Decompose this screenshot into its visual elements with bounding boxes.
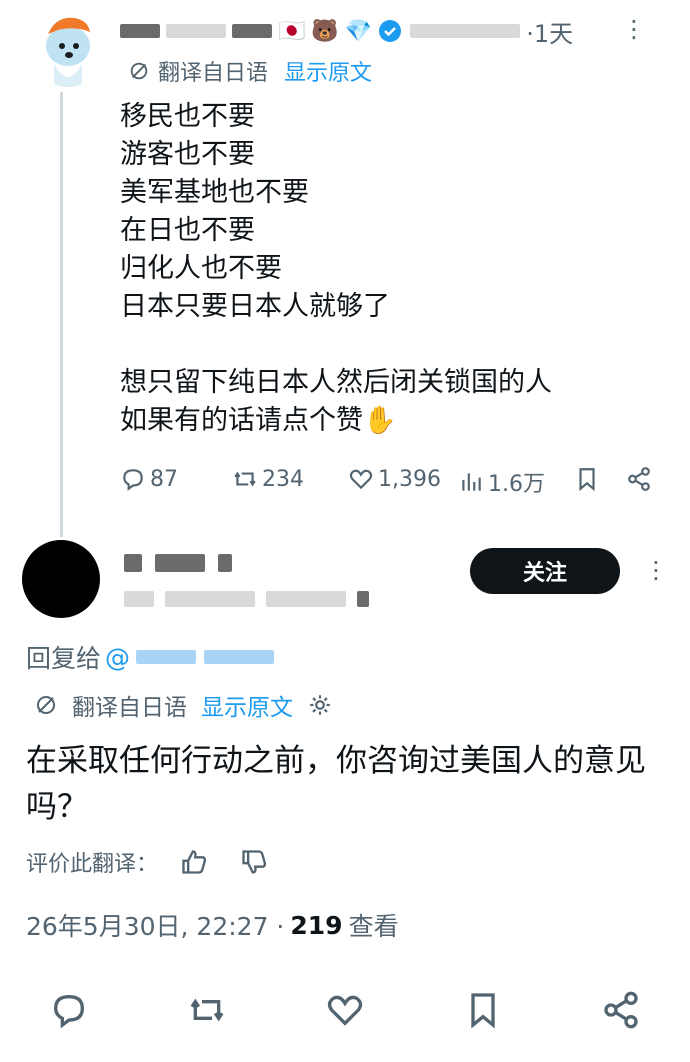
retweet-icon <box>234 471 256 487</box>
retweet-button[interactable]: 234 <box>232 466 304 492</box>
blurred-handle <box>410 24 521 38</box>
avatar[interactable] <box>36 10 100 90</box>
like-button[interactable] <box>323 988 367 1032</box>
tweet1-time: ·1天 <box>526 19 574 48</box>
translated-from-label: 翻译自日语 <box>72 695 187 721</box>
views-label: 查看 <box>348 912 399 941</box>
bookmark-button[interactable] <box>574 466 604 492</box>
reply-to-handle[interactable]: @ <box>105 643 130 672</box>
gem-emoji: 💎 <box>344 18 373 44</box>
gear-icon[interactable] <box>307 692 333 718</box>
show-original-link[interactable]: 显示原文 <box>284 55 372 87</box>
views-count: 1.6万 <box>488 472 545 497</box>
thumbs-down-icon[interactable] <box>240 848 268 876</box>
verified-badge-icon <box>379 20 402 42</box>
share-button[interactable] <box>626 466 656 492</box>
bookmark-icon <box>579 468 595 492</box>
bookmark-icon <box>471 993 495 1029</box>
tweet1-header: 🇯🇵 🐻 💎 ·1天 ⋮ <box>120 14 680 48</box>
views-count: 219 <box>290 910 343 940</box>
bear-emoji: 🐻 <box>311 18 339 44</box>
blurred-handle <box>204 650 275 664</box>
blurred-display-name <box>120 24 160 38</box>
reply-icon <box>123 469 143 491</box>
tweet-action-bar <box>0 988 690 1038</box>
blurred-display-name <box>232 24 272 38</box>
tweet-date: 26年5月30日, 22:27 · <box>26 912 285 941</box>
translate-icon <box>37 696 55 714</box>
analytics-icon <box>462 473 481 491</box>
flag-emoji: 🇯🇵 <box>278 18 306 44</box>
tweet2-text: 在采取任何行动之前，你咨询过美国人的意见吗？ <box>26 743 646 825</box>
heart-icon <box>327 995 363 1026</box>
blurred-display-name <box>124 552 233 572</box>
share-icon <box>604 991 638 1029</box>
reply-button[interactable]: 87 <box>120 466 178 492</box>
translation-row: 翻译自日语 显示原文 <box>34 688 333 722</box>
bookmark-button[interactable] <box>461 988 505 1032</box>
blurred-handle <box>136 650 197 664</box>
more-options-icon[interactable]: ⋮ <box>644 556 668 584</box>
share-button[interactable] <box>599 988 643 1032</box>
tweet-meta-row: 26年5月30日, 22:27 · 219 查看 <box>26 906 399 944</box>
blurred-handle <box>124 588 370 608</box>
like-count: 1,396 <box>378 466 441 492</box>
reply-to-label: 回复给 <box>26 644 102 673</box>
reply-button[interactable] <box>47 988 91 1032</box>
follow-button[interactable]: 关注 <box>470 548 620 594</box>
views-button[interactable]: 1.6万 <box>458 466 545 498</box>
retweet-icon <box>190 998 224 1022</box>
tweet1-action-bar: 87 234 1,396 1.6万 <box>120 466 660 502</box>
thread-connector-line <box>60 92 63 537</box>
blurred-display-name <box>166 24 226 38</box>
show-original-link[interactable]: 显示原文 <box>201 688 293 722</box>
retweet-button[interactable] <box>185 988 229 1032</box>
translation-row: 翻译自日语 显示原文 <box>128 56 372 86</box>
translate-icon <box>130 62 148 80</box>
reply-to-row: 回复给 @ <box>26 640 275 674</box>
retweet-count: 234 <box>262 466 304 492</box>
reply-count: 87 <box>150 466 178 492</box>
tweet1-text: 移民也不要 游客也不要 美军基地也不要 在日也不要 归化人也不要 日本只要日本人… <box>120 101 552 436</box>
like-button[interactable]: 1,396 <box>348 466 441 492</box>
reply-icon <box>53 994 85 1029</box>
more-options-icon[interactable]: ⋮ <box>622 14 646 44</box>
rate-translation-row: 评价此翻译： <box>26 842 268 882</box>
rate-translation-label: 评价此翻译： <box>26 852 159 877</box>
avatar[interactable] <box>22 540 100 618</box>
thumbs-up-icon[interactable] <box>180 848 208 876</box>
share-icon <box>628 467 650 491</box>
heart-icon <box>349 469 373 490</box>
translated-from-label: 翻译自日语 <box>158 61 269 86</box>
cartoon-dog-avatar-icon <box>46 17 90 87</box>
